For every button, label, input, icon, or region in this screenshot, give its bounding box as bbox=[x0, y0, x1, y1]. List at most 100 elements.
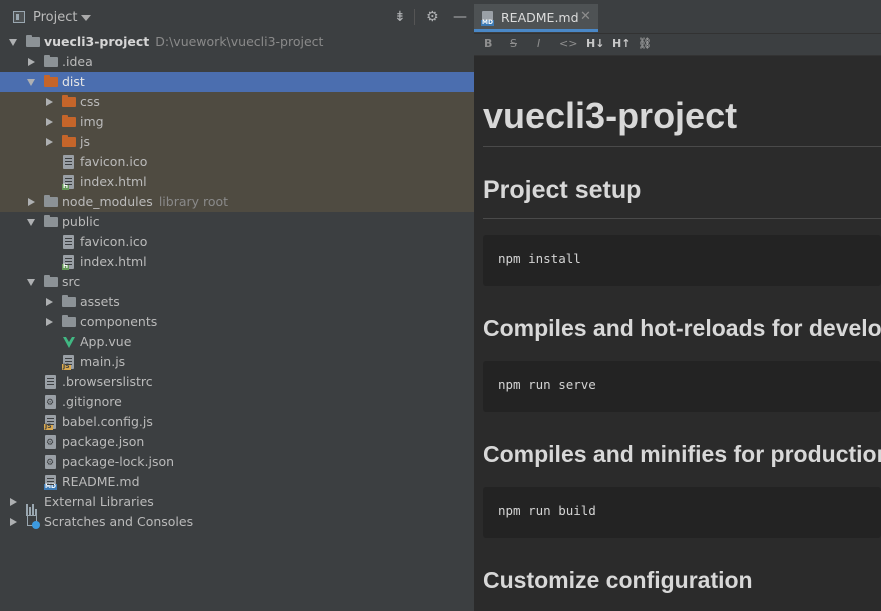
image-file-icon bbox=[63, 155, 74, 169]
markdown-file-icon: MD bbox=[44, 475, 57, 490]
expand-arrow-icon[interactable] bbox=[46, 318, 53, 326]
expand-arrow-icon[interactable] bbox=[28, 58, 35, 66]
expand-arrow-icon[interactable] bbox=[28, 198, 35, 206]
tree-item-label: index.html bbox=[80, 254, 147, 269]
expand-arrow-icon[interactable] bbox=[46, 138, 53, 146]
tree-item-public-favicon[interactable]: favicon.ico bbox=[0, 232, 474, 252]
tree-item-src-assets[interactable]: assets bbox=[0, 292, 474, 312]
tab-readme[interactable]: MD README.md ✕ bbox=[474, 4, 598, 32]
project-tool-window: Project ⇟ ⚙ — vuecli3-project D:\vuework\… bbox=[0, 0, 474, 611]
tree-item-scratches[interactable]: Scratches and Consoles bbox=[0, 512, 474, 532]
expand-arrow-icon[interactable] bbox=[27, 79, 35, 86]
tab-label: README.md bbox=[501, 10, 579, 25]
tree-item-label: index.html bbox=[80, 174, 147, 189]
tree-item-dist-css[interactable]: css bbox=[0, 92, 474, 112]
html-file-icon: H bbox=[62, 255, 74, 270]
expand-arrow-icon[interactable] bbox=[10, 518, 17, 526]
project-view-dropdown-icon[interactable] bbox=[81, 15, 91, 21]
link-button[interactable]: ⛓ bbox=[638, 37, 652, 51]
collapse-all-icon[interactable]: ⇟ bbox=[394, 9, 406, 25]
heading-project-setup: Project setup bbox=[483, 176, 642, 204]
tree-item-label: node_modules library root bbox=[62, 194, 229, 209]
toolbar-separator bbox=[414, 9, 415, 25]
expand-arrow-icon[interactable] bbox=[9, 39, 17, 46]
json-file-icon bbox=[45, 455, 56, 469]
heading-rule bbox=[483, 146, 881, 147]
tree-item-label: package-lock.json bbox=[62, 454, 175, 469]
header-down-button[interactable]: H↓ bbox=[586, 37, 604, 51]
tree-item-app-vue[interactable]: App.vue bbox=[0, 332, 474, 352]
tree-item-readme[interactable]: MD README.md bbox=[0, 472, 474, 492]
editor-area: MD README.md ✕ B S I <> H↓ H↑ ⛓ vuecli3-… bbox=[474, 0, 881, 611]
tree-item-label: .idea bbox=[62, 54, 93, 69]
gear-icon[interactable]: ⚙ bbox=[426, 9, 439, 25]
tree-item-public-index[interactable]: H index.html bbox=[0, 252, 474, 272]
folder-icon bbox=[44, 215, 58, 227]
tree-item-dist-img[interactable]: img bbox=[0, 112, 474, 132]
tree-item-label: main.js bbox=[80, 354, 126, 369]
minimize-icon[interactable]: — bbox=[453, 9, 467, 25]
code-button[interactable]: <> bbox=[559, 37, 577, 51]
library-root-hint: library root bbox=[158, 194, 229, 209]
folder-icon bbox=[62, 295, 76, 307]
code-text: npm install bbox=[498, 251, 581, 266]
tree-item-idea[interactable]: .idea bbox=[0, 52, 474, 72]
close-icon[interactable]: ✕ bbox=[580, 9, 591, 24]
tree-item-label: dist bbox=[62, 74, 85, 89]
tree-item-babel-config[interactable]: JS babel.config.js bbox=[0, 412, 474, 432]
folder-icon bbox=[62, 315, 76, 327]
bold-button[interactable]: B bbox=[484, 37, 492, 51]
tree-item-main-js[interactable]: JS main.js bbox=[0, 352, 474, 372]
tree-item-package-json[interactable]: package.json bbox=[0, 432, 474, 452]
tree-item-label: App.vue bbox=[80, 334, 132, 349]
preview-title: vuecli3-project bbox=[483, 95, 738, 136]
excluded-folder-icon bbox=[62, 115, 76, 127]
tree-item-browserslistrc[interactable]: .browserslistrc bbox=[0, 372, 474, 392]
tree-item-gitignore[interactable]: .gitignore bbox=[0, 392, 474, 412]
tree-item-label: favicon.ico bbox=[80, 154, 148, 169]
image-file-icon bbox=[63, 235, 74, 249]
tree-item-label: package.json bbox=[62, 434, 145, 449]
heading-rule bbox=[483, 218, 881, 219]
italic-button[interactable]: I bbox=[537, 37, 540, 51]
heading-customize-config: Customize configuration bbox=[483, 567, 753, 593]
header-up-button[interactable]: H↑ bbox=[612, 37, 630, 51]
tree-item-label: Scratches and Consoles bbox=[44, 514, 194, 529]
folder-icon bbox=[26, 35, 40, 47]
tree-item-dist-js[interactable]: js bbox=[0, 132, 474, 152]
project-path: D:\vuework\vuecli3-project bbox=[155, 34, 324, 49]
tree-item-external-libraries[interactable]: External Libraries bbox=[0, 492, 474, 516]
tree-item-label: components bbox=[80, 314, 158, 329]
project-view-title[interactable]: Project bbox=[33, 10, 77, 25]
scratches-icon bbox=[27, 515, 40, 529]
excluded-folder-icon bbox=[62, 135, 76, 147]
vue-file-icon bbox=[63, 337, 75, 348]
tree-item-root[interactable]: vuecli3-project D:\vuework\vuecli3-projec… bbox=[0, 32, 474, 52]
tree-item-package-lock[interactable]: package-lock.json bbox=[0, 452, 474, 472]
expand-arrow-icon[interactable] bbox=[27, 219, 35, 226]
tree-item-node-modules[interactable]: node_modules library root bbox=[0, 192, 474, 212]
tree-item-public[interactable]: public bbox=[0, 212, 474, 232]
tree-item-dist-index[interactable]: H index.html bbox=[0, 172, 474, 192]
tree-item-label: .browserslistrc bbox=[62, 374, 153, 389]
markdown-preview: vuecli3-project Project setup npm instal… bbox=[474, 57, 881, 611]
folder-icon bbox=[44, 55, 58, 67]
heading-compiles-dev: Compiles and hot-reloads for development bbox=[483, 315, 881, 341]
code-text: npm run serve bbox=[498, 377, 596, 392]
tree-item-src[interactable]: src bbox=[0, 272, 474, 292]
tree-item-src-components[interactable]: components bbox=[0, 312, 474, 332]
tree-item-dist[interactable]: dist bbox=[0, 72, 474, 92]
tree-item-label: assets bbox=[80, 294, 120, 309]
folder-icon bbox=[44, 195, 58, 207]
tree-item-label: External Libraries bbox=[44, 494, 154, 509]
expand-arrow-icon[interactable] bbox=[46, 118, 53, 126]
expand-arrow-icon[interactable] bbox=[27, 279, 35, 286]
strikethrough-button[interactable]: S bbox=[510, 37, 517, 51]
expand-arrow-icon[interactable] bbox=[46, 98, 53, 106]
expand-arrow-icon[interactable] bbox=[46, 298, 53, 306]
tree-item-dist-favicon[interactable]: favicon.ico bbox=[0, 152, 474, 172]
project-tree: vuecli3-project D:\vuework\vuecli3-projec… bbox=[0, 32, 474, 532]
folder-icon bbox=[44, 275, 58, 287]
code-text: npm run build bbox=[498, 503, 596, 518]
expand-arrow-icon[interactable] bbox=[10, 498, 17, 506]
